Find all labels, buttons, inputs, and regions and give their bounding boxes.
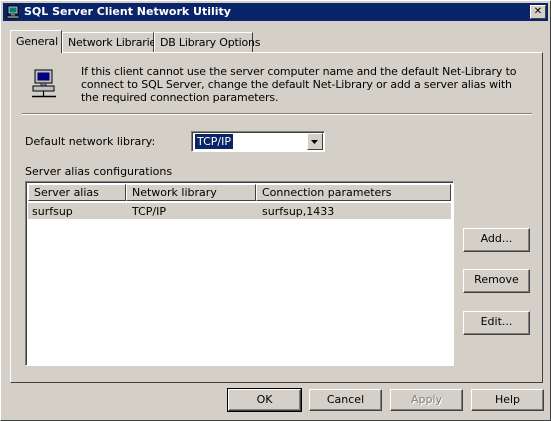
network-computer-icon: [32, 69, 56, 98]
help-button[interactable]: Help: [471, 389, 544, 411]
apply-button[interactable]: Apply: [390, 389, 463, 411]
default-library-select[interactable]: TCP/IP: [191, 131, 325, 152]
general-tab-panel: If this client cannot use the server com…: [10, 52, 543, 383]
info-description: If this client cannot use the server com…: [81, 65, 517, 104]
cell-connection-parameters: surfsup,1433: [262, 205, 335, 218]
cell-network-library: TCP/IP: [132, 205, 166, 218]
add-button-label: Add...: [480, 232, 513, 245]
cancel-button-label: Cancel: [326, 393, 365, 406]
cell-server-alias: surfsup: [32, 205, 73, 218]
ok-button-label: OK: [256, 393, 273, 406]
column-header-network-library[interactable]: Network library: [126, 184, 256, 201]
tab-db-library-options-label: DB Library Options: [160, 36, 261, 49]
remove-button[interactable]: Remove: [463, 269, 530, 293]
tab-network-libraries-label: Network Libraries: [68, 36, 162, 49]
help-button-label: Help: [494, 393, 521, 406]
ok-button[interactable]: OK: [227, 388, 302, 412]
chevron-down-icon: [311, 140, 318, 144]
tab-general[interactable]: General: [10, 30, 62, 53]
edit-button-label: Edit...: [480, 315, 513, 328]
column-header-connection-parameters[interactable]: Connection parameters: [256, 184, 451, 201]
add-button[interactable]: Add...: [463, 228, 530, 252]
window-title: SQL Server Client Network Utility: [24, 5, 231, 18]
network-utility-icon: [6, 5, 20, 19]
column-header-label: Server alias: [34, 186, 99, 199]
edit-button[interactable]: Edit...: [463, 311, 530, 335]
cancel-button[interactable]: Cancel: [309, 389, 382, 411]
column-header-server-alias[interactable]: Server alias: [28, 184, 126, 201]
apply-button-label: Apply: [410, 393, 443, 406]
tab-db-library-options[interactable]: DB Library Options: [154, 32, 261, 52]
default-library-label: Default network library:: [25, 135, 156, 148]
title-bar[interactable]: SQL Server Client Network Utility ✕: [3, 3, 548, 21]
column-header-label: Connection parameters: [262, 186, 392, 199]
alias-group-label: Server alias configurations: [25, 165, 173, 178]
tab-network-libraries[interactable]: Network Libraries: [62, 32, 162, 52]
tab-general-label: General: [16, 35, 58, 48]
dropdown-button[interactable]: [307, 133, 323, 150]
server-alias-list[interactable]: Server alias Network library Connection …: [25, 181, 454, 366]
column-header-label: Network library: [132, 186, 217, 199]
table-row[interactable]: surfsup TCP/IP surfsup,1433: [28, 203, 451, 219]
default-library-value: TCP/IP: [194, 133, 234, 150]
separator: [22, 113, 532, 115]
remove-button-label: Remove: [474, 273, 519, 286]
dialog-window: SQL Server Client Network Utility ✕ Gene…: [0, 0, 551, 421]
close-icon: ✕: [533, 6, 543, 17]
close-button[interactable]: ✕: [530, 5, 546, 19]
